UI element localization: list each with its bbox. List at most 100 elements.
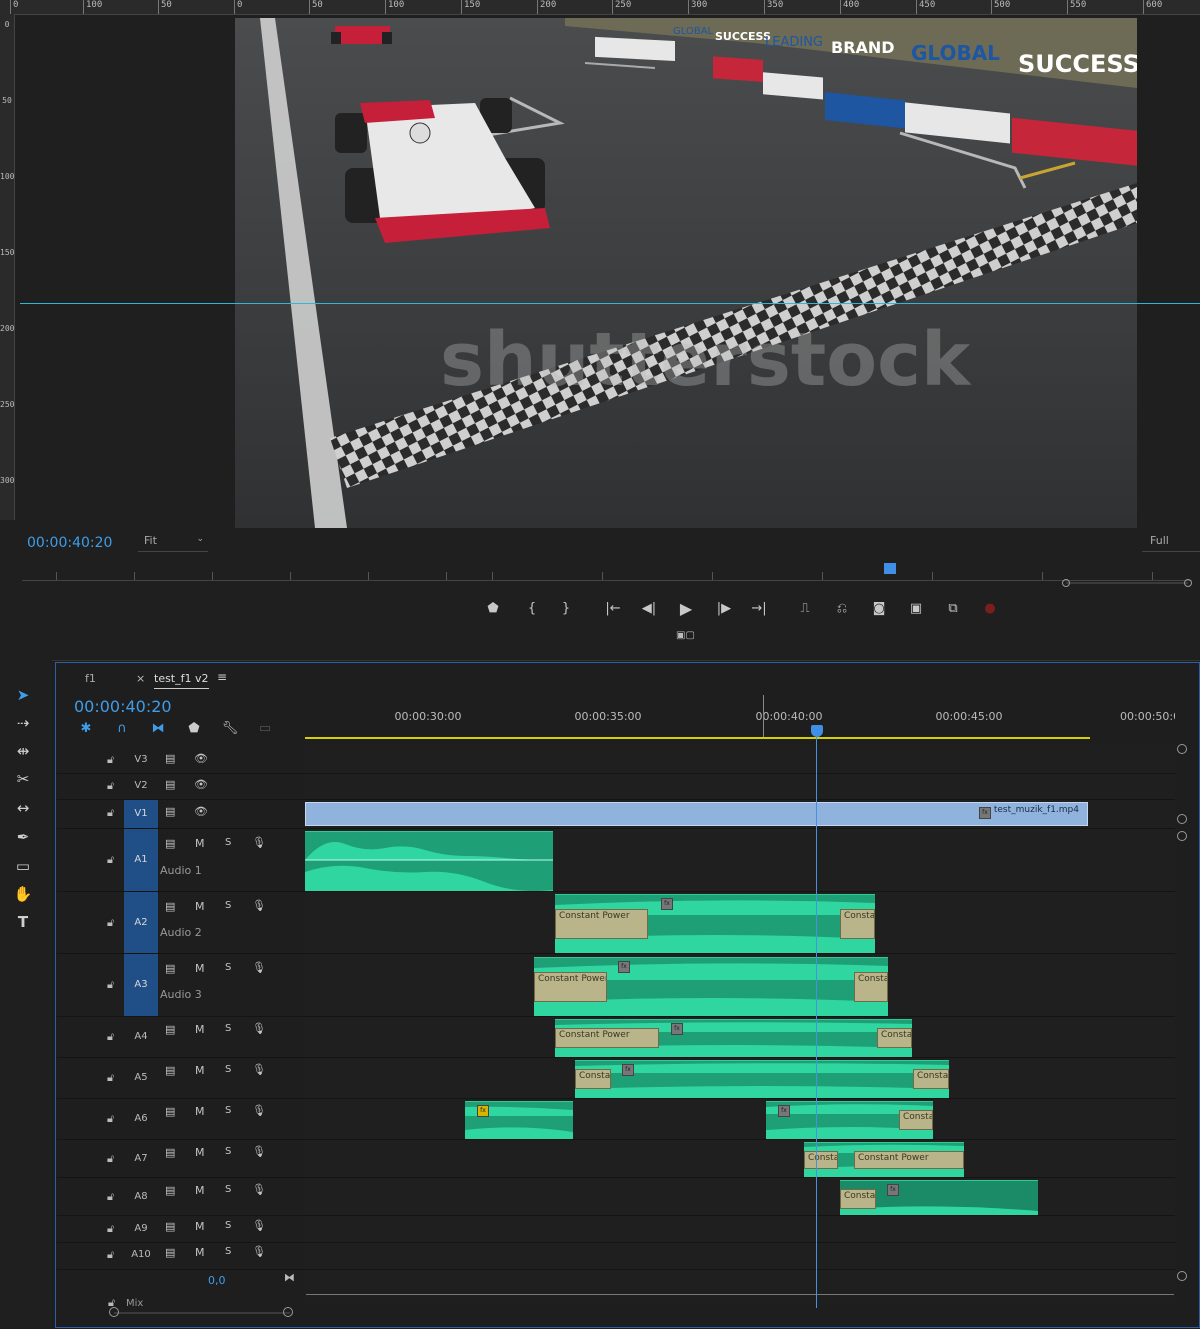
wrench-icon[interactable]: 🔧︎ <box>220 720 240 738</box>
mix-volume[interactable]: 0,0 <box>208 1274 226 1287</box>
track-name-a7[interactable]: A7 <box>124 1153 158 1164</box>
mark-in-button[interactable]: { <box>521 598 543 620</box>
microphone-icon[interactable]: 🎙︎ <box>252 1183 266 1196</box>
ripple-edit-tool[interactable]: ⇹ <box>10 740 36 762</box>
playhead-line[interactable] <box>816 730 817 1308</box>
add-marker-icon[interactable]: ⬟ <box>184 720 204 738</box>
lift-button[interactable]: ⎍ <box>794 598 816 620</box>
audio-clip[interactable]: fx Constan <box>840 1180 1038 1215</box>
vertical-scroll-handle[interactable] <box>1177 1271 1187 1281</box>
video-clip[interactable]: fx test_muzik_f1.mp4 <box>305 802 1088 826</box>
monitor-time-ruler[interactable] <box>22 566 1192 581</box>
track-name-a10[interactable]: A10 <box>124 1249 158 1260</box>
extract-button[interactable]: ⎌ <box>831 598 853 620</box>
mute-button[interactable]: M <box>195 1220 205 1233</box>
mute-button[interactable]: M <box>195 837 205 850</box>
vertical-scroll-handle[interactable] <box>1177 831 1187 841</box>
mute-button[interactable]: M <box>195 900 205 913</box>
step-forward-button[interactable]: |▶ <box>713 598 735 620</box>
transition-constant-power[interactable]: Constant Power <box>555 909 648 939</box>
audio-clip[interactable] <box>305 831 553 891</box>
lock-icon[interactable]: 🔓︎ <box>107 916 114 930</box>
transition-constant-power[interactable]: Consta <box>840 909 875 939</box>
microphone-icon[interactable]: 🎙︎ <box>252 1104 266 1117</box>
toggle-sync-lock-icon[interactable]: ▤ <box>165 805 175 818</box>
toggle-sync-lock-icon[interactable]: ▤ <box>165 1246 175 1259</box>
vertical-ruler[interactable]: 0 50 100 150 200 250 300 <box>0 14 15 520</box>
lock-icon[interactable]: 🔓︎ <box>107 1071 114 1085</box>
track-name-v2[interactable]: V2 <box>124 780 158 791</box>
monitor-playhead[interactable] <box>884 563 896 574</box>
audio-clip[interactable]: fx Constant Power Consta <box>555 894 875 953</box>
lock-icon[interactable]: 🔓︎ <box>107 1152 114 1166</box>
work-area-bar[interactable] <box>305 737 1090 739</box>
close-icon[interactable]: × <box>136 672 145 685</box>
track-name-a5[interactable]: A5 <box>124 1072 158 1083</box>
timeline-time-ruler[interactable]: 00:00:30:00 00:00:35:00 00:00:40:00 00:0… <box>305 695 1175 740</box>
toggle-sync-lock-icon[interactable]: ▤ <box>165 837 175 850</box>
horizontal-scroll-handle[interactable] <box>283 1307 293 1317</box>
go-to-out-button[interactable]: →| <box>748 598 770 620</box>
horizontal-scroll-handle[interactable] <box>109 1307 119 1317</box>
toggle-sync-lock-icon[interactable]: ▤ <box>165 1184 175 1197</box>
lock-icon[interactable]: 🔓︎ <box>107 1190 114 1204</box>
slip-tool[interactable]: ↔ <box>10 797 36 819</box>
transition-constant-power[interactable]: Consta <box>913 1069 949 1089</box>
transition-constant-power[interactable]: Consta <box>854 972 888 1002</box>
mute-button[interactable]: M <box>195 962 205 975</box>
solo-button[interactable]: S <box>225 1105 231 1116</box>
transition-constant-power[interactable]: Constant Power <box>854 1151 964 1169</box>
eye-icon[interactable]: 👁︎ <box>194 752 208 765</box>
solo-button[interactable]: S <box>225 1064 231 1075</box>
linked-selection-icon[interactable]: ⧓ <box>148 720 168 738</box>
audio-clip[interactable]: fx <box>465 1101 573 1139</box>
mute-button[interactable]: M <box>195 1105 205 1118</box>
monitor-zoom-scrollbar[interactable] <box>1062 579 1192 587</box>
microphone-icon[interactable]: 🎙︎ <box>252 1063 266 1076</box>
transition-constant-power[interactable]: Consta <box>575 1069 611 1089</box>
track-name-a4[interactable]: A4 <box>124 1031 158 1042</box>
lock-icon[interactable]: 🔓︎ <box>107 753 114 767</box>
nest-icon[interactable]: ✱ <box>76 720 96 738</box>
microphone-icon[interactable]: 🎙︎ <box>252 1219 266 1232</box>
transition-constant-power[interactable]: Constant Power <box>534 972 607 1002</box>
lock-icon[interactable]: 🔓︎ <box>107 1030 114 1044</box>
panel-menu-icon[interactable]: ≡ <box>217 670 227 684</box>
toggle-sync-lock-icon[interactable]: ▤ <box>165 1220 175 1233</box>
mute-button[interactable]: M <box>195 1146 205 1159</box>
microphone-icon[interactable]: 🎙︎ <box>252 836 266 849</box>
solo-button[interactable]: S <box>225 900 231 911</box>
resolution-select[interactable]: Full <box>1142 534 1200 552</box>
microphone-icon[interactable]: 🎙︎ <box>252 961 266 974</box>
solo-button[interactable]: S <box>225 1220 231 1231</box>
mute-button[interactable]: M <box>195 1184 205 1197</box>
horizontal-ruler[interactable]: 0 100 50 0 50 100 150 200 250 300 350 40… <box>0 0 1200 15</box>
solo-button[interactable]: S <box>225 962 231 973</box>
tab-test-f1-v2[interactable]: test_f1 v2 <box>154 672 209 689</box>
transition-constant-power[interactable]: Consta <box>877 1028 912 1048</box>
toggle-sync-lock-icon[interactable]: ▤ <box>165 900 175 913</box>
toggle-sync-lock-icon[interactable]: ▤ <box>165 778 175 791</box>
toggle-sync-lock-icon[interactable]: ▤ <box>165 1023 175 1036</box>
program-timecode[interactable]: 00:00:40:20 <box>27 535 112 551</box>
lock-icon[interactable]: 🔓︎ <box>107 1248 114 1262</box>
timeline-timecode[interactable]: 00:00:40:20 <box>74 697 172 716</box>
playhead[interactable] <box>811 725 823 737</box>
lock-icon[interactable]: 🔓︎ <box>107 779 114 793</box>
transition-constant-power[interactable]: Constan <box>840 1189 876 1209</box>
snap-icon[interactable]: ∩ <box>112 720 132 738</box>
go-to-end-icon[interactable]: ⧓ <box>284 1271 295 1284</box>
captions-icon[interactable]: ▭ <box>255 720 275 738</box>
zoom-handle-right[interactable] <box>1184 579 1192 587</box>
audio-clip[interactable]: fx Constant Power Consta <box>555 1019 912 1057</box>
track-name-v1[interactable]: V1 <box>124 800 158 828</box>
hand-tool[interactable]: ✋ <box>10 883 36 905</box>
zoom-level-select[interactable]: Fit ⌄ <box>138 534 208 552</box>
vertical-scroll-handle[interactable] <box>1177 814 1187 824</box>
mute-button[interactable]: M <box>195 1064 205 1077</box>
solo-button[interactable]: S <box>225 1246 231 1257</box>
track-name-a2[interactable]: A2 <box>124 892 158 953</box>
toggle-sync-lock-icon[interactable]: ▤ <box>165 1105 175 1118</box>
audio-clip[interactable]: fx Constant Power Consta <box>534 957 888 1016</box>
microphone-icon[interactable]: 🎙︎ <box>252 1022 266 1035</box>
